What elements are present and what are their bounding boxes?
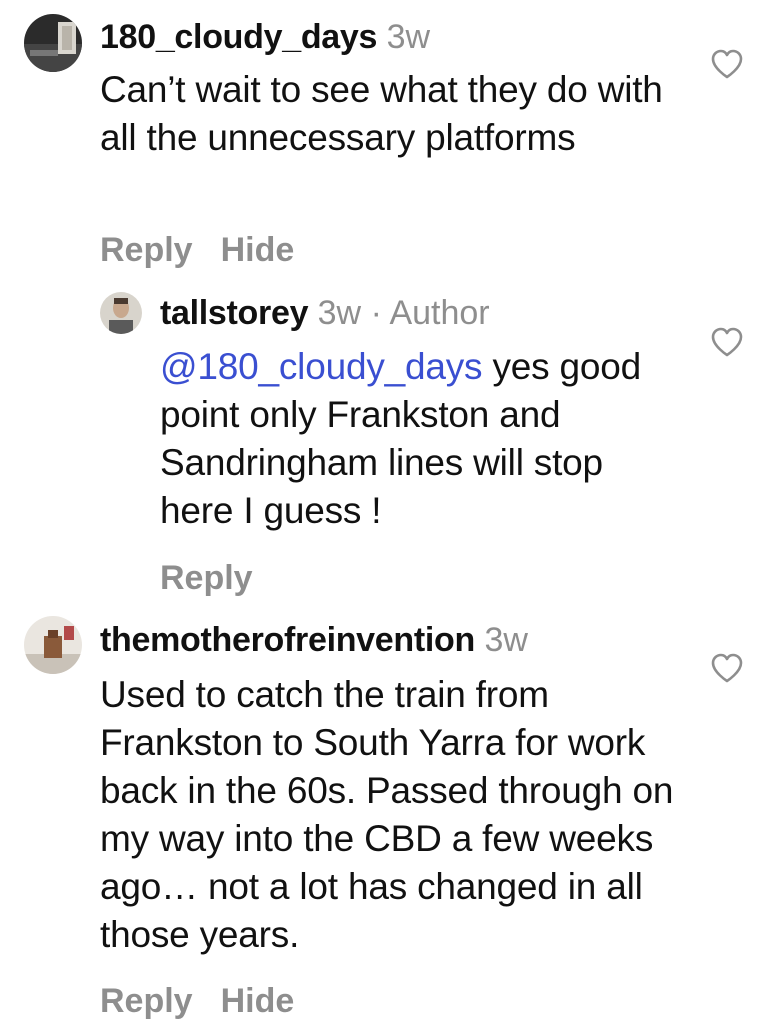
- reply-button[interactable]: Reply: [160, 559, 253, 597]
- author-badge: · Author: [370, 294, 490, 332]
- avatar[interactable]: [24, 14, 82, 72]
- comment-time: 3w: [386, 18, 431, 56]
- comment-actions: Reply Hide: [100, 230, 294, 270]
- comment-actions: Reply Hide: [100, 981, 294, 1021]
- avatar[interactable]: [24, 616, 82, 674]
- heart-outline-icon[interactable]: [710, 652, 744, 684]
- comment-text: Can’t wait to see what they do with all …: [100, 69, 663, 158]
- comment-time: 3w: [484, 621, 528, 659]
- username[interactable]: tallstorey: [160, 294, 308, 332]
- avatar[interactable]: [100, 292, 142, 334]
- comment-header: themotherofreinvention 3w: [100, 620, 528, 660]
- heart-outline-icon[interactable]: [710, 326, 744, 358]
- hide-button[interactable]: Hide: [221, 231, 295, 269]
- user-mention-link[interactable]: @180_cloudy_days: [160, 346, 483, 387]
- avatar-image-2: [100, 292, 142, 334]
- comment-header: 180_cloudy_days 3w: [100, 17, 430, 57]
- avatar-image-1: [24, 14, 82, 72]
- comment-header: tallstorey 3w · Author: [160, 293, 490, 333]
- reply-button[interactable]: Reply: [100, 231, 193, 269]
- hide-button[interactable]: Hide: [221, 982, 295, 1020]
- comment-actions: Reply: [160, 558, 253, 598]
- heart-outline-icon[interactable]: [710, 48, 744, 80]
- comment-text: @180_cloudy_days yes good point only Fra…: [160, 343, 660, 535]
- comment-text: Used to catch the train from Frankston t…: [100, 674, 674, 955]
- avatar-image-3: [24, 616, 82, 674]
- comment-time: 3w: [317, 294, 362, 332]
- username[interactable]: themotherofreinvention: [100, 621, 475, 659]
- username[interactable]: 180_cloudy_days: [100, 18, 377, 56]
- reply-button[interactable]: Reply: [100, 982, 193, 1020]
